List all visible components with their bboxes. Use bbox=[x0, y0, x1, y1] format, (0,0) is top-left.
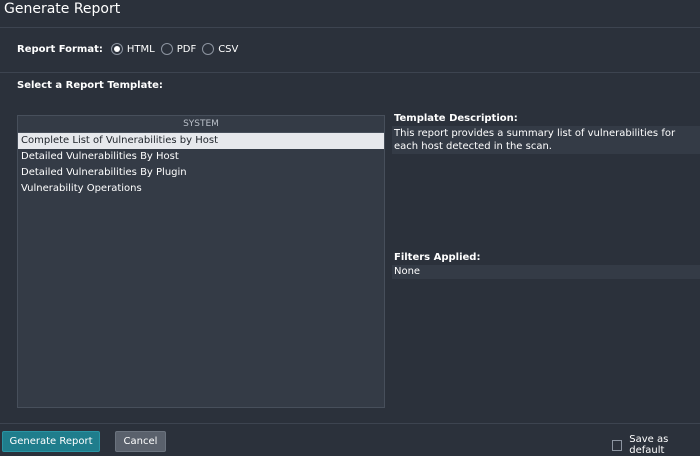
radio-pdf[interactable] bbox=[160, 43, 173, 55]
footer-divider bbox=[0, 423, 700, 424]
template-list[interactable]: SYSTEM Complete List of Vulnerabilities … bbox=[17, 115, 385, 408]
template-group-header: SYSTEM bbox=[18, 116, 384, 133]
report-format-row: Report Format: HTML PDF CSV bbox=[17, 41, 244, 57]
save-as-default-option[interactable]: Save as default bbox=[612, 434, 700, 456]
filters-applied-value: None bbox=[392, 265, 700, 279]
format-option-csv-label: CSV bbox=[218, 43, 239, 55]
format-option-html[interactable]: HTML bbox=[110, 43, 155, 55]
template-heading: Select a Report Template: bbox=[17, 80, 163, 91]
generate-report-button[interactable]: Generate Report bbox=[2, 431, 100, 452]
template-description-title: Template Description: bbox=[394, 113, 518, 124]
format-option-pdf[interactable]: PDF bbox=[160, 43, 197, 55]
save-as-default-checkbox[interactable] bbox=[612, 439, 623, 451]
section-divider bbox=[0, 72, 700, 73]
save-as-default-label: Save as default bbox=[629, 434, 669, 456]
dialog-title: Generate Report bbox=[4, 1, 121, 17]
format-option-html-label: HTML bbox=[126, 43, 155, 55]
dialog-header: Generate Report bbox=[0, 0, 700, 28]
radio-html[interactable] bbox=[110, 43, 123, 55]
template-item-complete-list[interactable]: Complete List of Vulnerabilities by Host bbox=[18, 133, 384, 149]
template-item-detailed-by-plugin[interactable]: Detailed Vulnerabilities By Plugin bbox=[18, 165, 384, 181]
report-format-label: Report Format: bbox=[17, 43, 103, 55]
template-item-detailed-by-host[interactable]: Detailed Vulnerabilities By Host bbox=[18, 149, 384, 165]
template-description-text: This report provides a summary list of v… bbox=[392, 126, 700, 154]
template-item-vulnerability-operations[interactable]: Vulnerability Operations bbox=[18, 181, 384, 197]
format-option-pdf-label: PDF bbox=[176, 43, 197, 55]
cancel-button[interactable]: Cancel bbox=[115, 431, 166, 452]
radio-csv[interactable] bbox=[202, 43, 215, 55]
filters-applied-title: Filters Applied: bbox=[394, 252, 481, 263]
format-option-csv[interactable]: CSV bbox=[202, 43, 238, 55]
